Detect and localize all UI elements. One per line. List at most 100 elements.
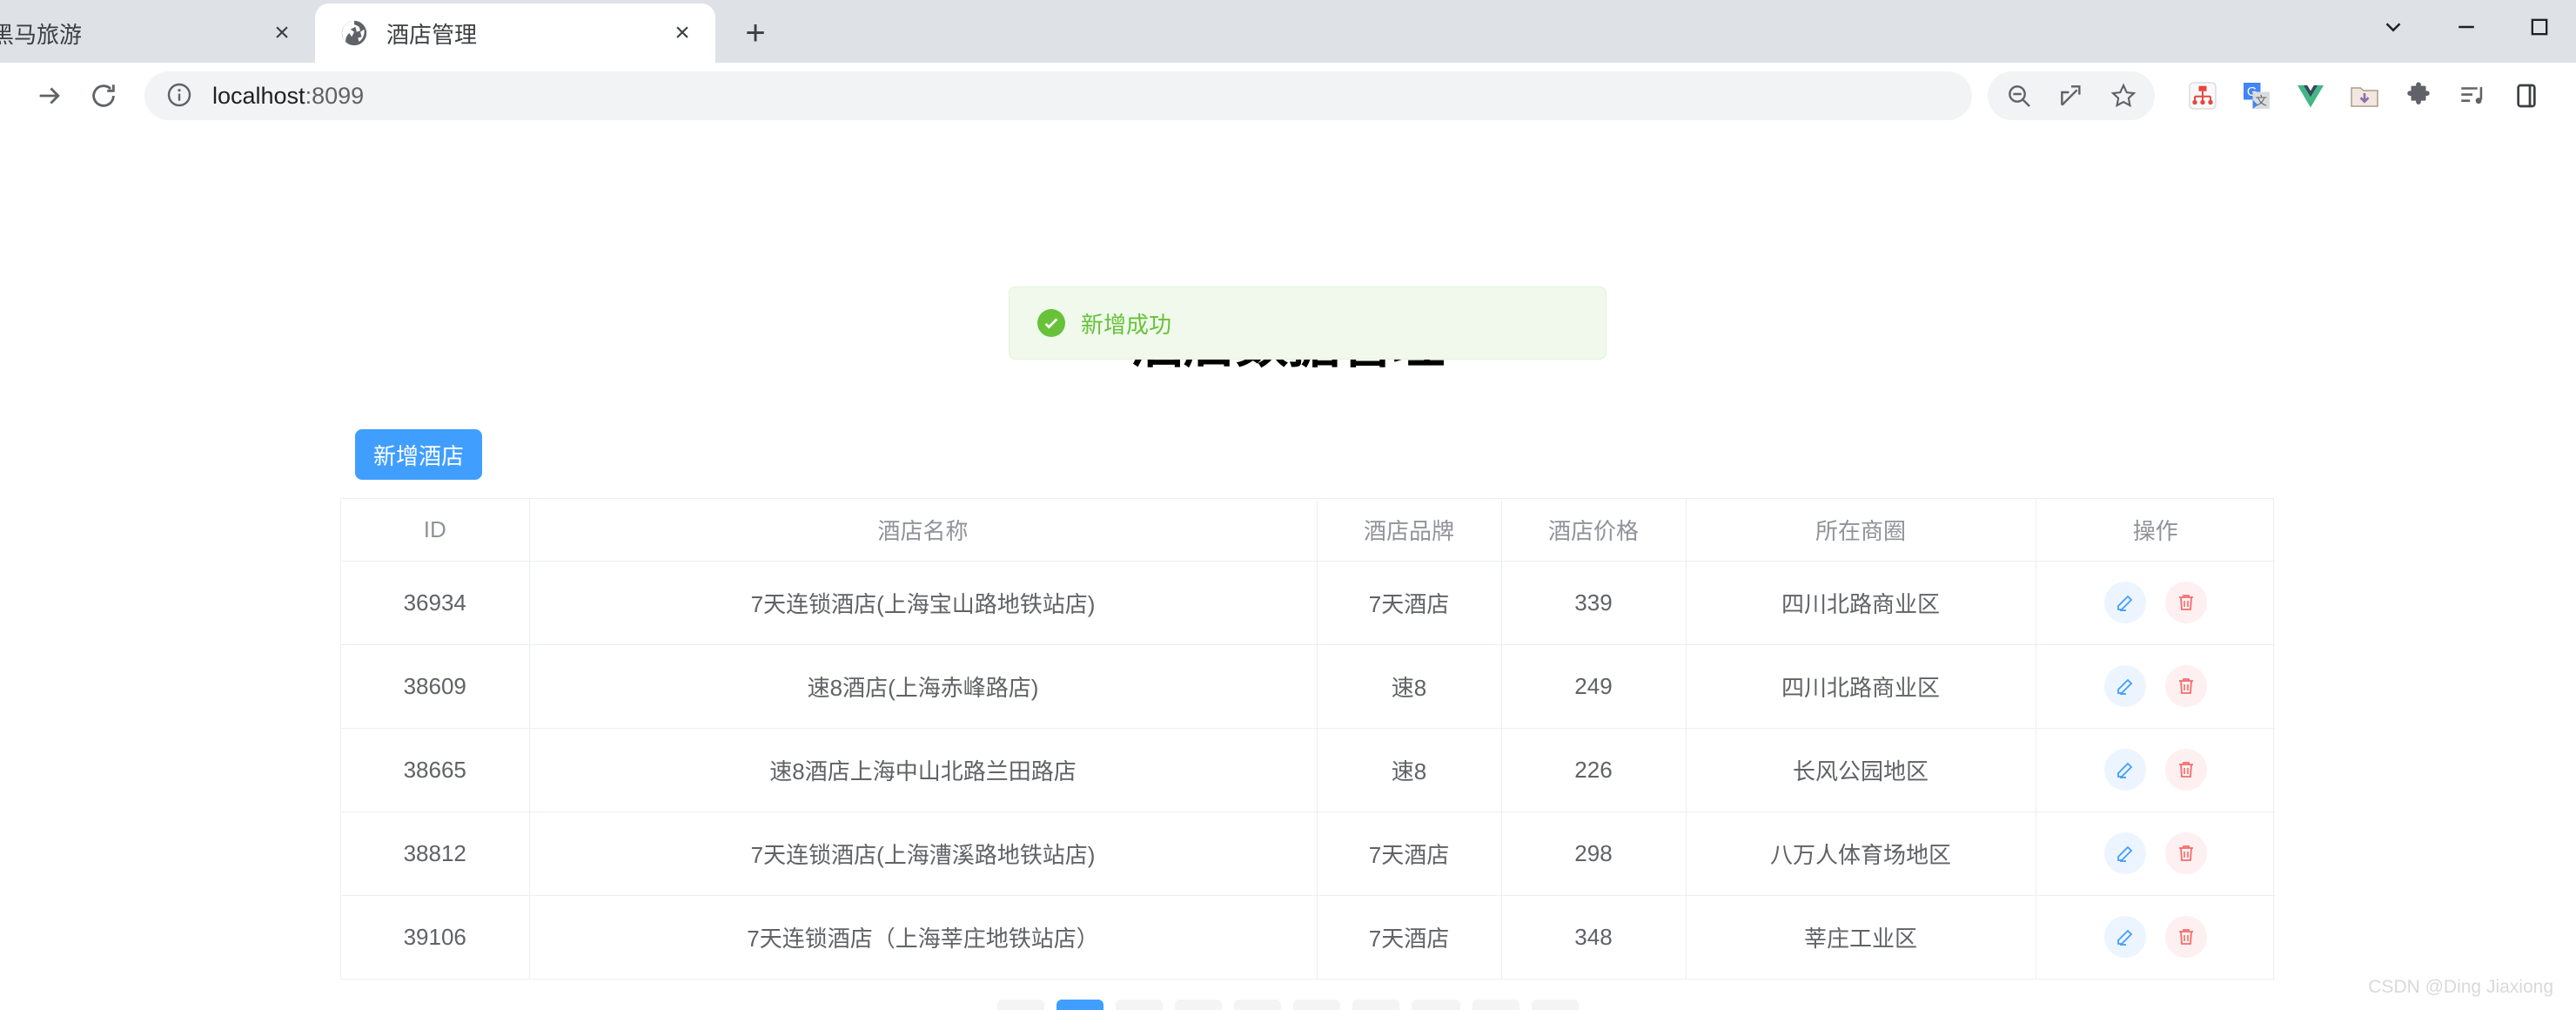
- cell-id: 39106: [341, 895, 530, 980]
- playlist-music-icon[interactable]: [2445, 71, 2499, 120]
- edit-row-button[interactable]: [2103, 749, 2146, 791]
- delete-row-button[interactable]: [2164, 582, 2207, 623]
- close-icon[interactable]: ×: [661, 12, 703, 54]
- vue-devtools-icon[interactable]: [2284, 71, 2338, 120]
- cell-actions: [2036, 561, 2275, 645]
- pagination-next-button[interactable]: ›: [1531, 1000, 1579, 1010]
- pagination-ellipsis[interactable]: •••: [1412, 1000, 1460, 1010]
- delete-row-button[interactable]: [2164, 916, 2207, 958]
- pagination-prev-button[interactable]: ‹: [997, 1000, 1045, 1010]
- cell-name: 7天连锁酒店(上海宝山路地铁站店): [529, 561, 1318, 645]
- new-tab-button[interactable]: +: [728, 5, 783, 61]
- table-header-row: ID 酒店名称 酒店品牌 酒店价格 所在商圈 操作: [341, 499, 2275, 562]
- arrow-right-icon[interactable]: [23, 69, 77, 123]
- cell-id: 38665: [341, 728, 530, 812]
- pagination-page-6[interactable]: 6: [1352, 1000, 1400, 1010]
- cell-district: 长风公园地区: [1686, 728, 2036, 812]
- pagination-last-page[interactable]: 41: [1472, 1000, 1519, 1010]
- zoom-out-icon[interactable]: [1993, 71, 2045, 120]
- toast-message: 新增成功: [1081, 311, 1172, 338]
- cell-actions: [2036, 644, 2275, 729]
- hotel-table-container: ID 酒店名称 酒店品牌 酒店价格 所在商圈 操作 36934 7天连锁酒店(上…: [340, 498, 2275, 980]
- cell-id: 38609: [341, 644, 530, 729]
- close-icon[interactable]: ×: [261, 12, 303, 54]
- column-header-price: 酒店价格: [1501, 499, 1687, 562]
- globe-icon: [339, 18, 369, 48]
- bookmark-star-icon[interactable]: [2097, 71, 2150, 120]
- cell-district: 莘庄工业区: [1686, 895, 2036, 980]
- watermark: CSDN @Ding Jiaxiong: [2368, 977, 2553, 997]
- cell-brand: 7天酒店: [1317, 811, 1502, 896]
- tab-title: 酒店管理: [386, 21, 478, 48]
- cell-id: 38812: [341, 811, 530, 896]
- tab-strip: 黑马旅游 × 酒店管理 × +: [0, 0, 2576, 63]
- side-panel-icon[interactable]: [2499, 71, 2553, 120]
- column-header-district: 所在商圈: [1686, 499, 2036, 562]
- cell-brand: 7天酒店: [1317, 895, 1502, 980]
- pagination: ‹ 1 2 3 4 5 6 ••• 41 ›: [0, 1000, 2576, 1010]
- pagination-page-4[interactable]: 4: [1234, 1000, 1282, 1010]
- edit-row-button[interactable]: [2103, 665, 2146, 707]
- edit-row-button[interactable]: [2103, 832, 2146, 874]
- share-icon[interactable]: [2045, 71, 2097, 120]
- sitemap-extension-icon[interactable]: [2176, 71, 2230, 120]
- cell-id: 36934: [341, 561, 530, 645]
- column-header-name: 酒店名称: [529, 499, 1318, 562]
- add-hotel-button[interactable]: 新增酒店: [355, 429, 482, 480]
- delete-row-button[interactable]: [2164, 749, 2207, 791]
- cell-name: 速8酒店上海中山北路兰田路店: [529, 728, 1318, 812]
- table-row: 38665 速8酒店上海中山北路兰田路店 速8 226 长风公园地区: [341, 728, 2275, 812]
- table-row: 38609 速8酒店(上海赤峰路店) 速8 249 四川北路商业区: [341, 644, 2275, 729]
- cell-actions: [2036, 811, 2275, 896]
- success-check-icon: [1037, 309, 1065, 337]
- page-viewport: 酒店数据管理 新增成功 新增酒店 ID 酒店名称 酒店品牌 酒店价格: [0, 129, 2576, 1010]
- info-circle-icon[interactable]: [165, 81, 195, 111]
- cell-price: 348: [1501, 895, 1687, 980]
- cell-actions: [2036, 728, 2275, 812]
- cell-price: 226: [1501, 728, 1687, 812]
- column-header-id: ID: [341, 499, 530, 562]
- minimize-icon[interactable]: [2430, 0, 2503, 54]
- cell-price: 249: [1501, 644, 1687, 729]
- cell-price: 298: [1501, 811, 1687, 896]
- cell-name: 7天连锁酒店（上海莘庄地铁站店）: [529, 895, 1318, 980]
- tab-title: 黑马旅游: [0, 21, 83, 48]
- edit-row-button[interactable]: [2103, 582, 2146, 623]
- hotel-table: ID 酒店名称 酒店品牌 酒店价格 所在商圈 操作 36934 7天连锁酒店(上…: [341, 499, 2275, 980]
- cell-price: 339: [1501, 561, 1687, 645]
- chevron-down-icon[interactable]: [2357, 0, 2430, 54]
- edit-row-button[interactable]: [2103, 916, 2146, 958]
- svg-text:文: 文: [2256, 95, 2268, 109]
- browser-toolbar: localhost:8099 G 文: [0, 63, 2576, 129]
- table-row: 39106 7天连锁酒店（上海莘庄地铁站店） 7天酒店 348 莘庄工业区: [341, 895, 2275, 980]
- delete-row-button[interactable]: [2164, 665, 2207, 707]
- pagination-page-3[interactable]: 3: [1175, 1000, 1223, 1010]
- column-header-ops: 操作: [2036, 499, 2275, 562]
- cell-name: 7天连锁酒店(上海漕溪路地铁站店): [529, 811, 1318, 896]
- cell-brand: 7天酒店: [1317, 561, 1502, 645]
- folder-download-icon[interactable]: [2338, 71, 2392, 120]
- toolbar-actions: G 文: [1988, 71, 2553, 120]
- window-controls: [2357, 0, 2576, 54]
- pagination-page-1[interactable]: 1: [1057, 1000, 1104, 1010]
- maximize-icon[interactable]: [2503, 0, 2576, 54]
- address-bar[interactable]: localhost:8099: [144, 71, 1972, 120]
- browser-tab-2[interactable]: 酒店管理 ×: [315, 3, 715, 63]
- cell-name: 速8酒店(上海赤峰路店): [529, 644, 1318, 729]
- delete-row-button[interactable]: [2164, 832, 2207, 874]
- pagination-page-5[interactable]: 5: [1293, 1000, 1341, 1010]
- cell-district: 四川北路商业区: [1686, 561, 2036, 645]
- reload-icon[interactable]: [77, 69, 131, 123]
- toolbar-pill-group: [1988, 71, 2155, 120]
- success-toast: 新增成功: [1009, 286, 1607, 360]
- google-translate-icon[interactable]: G 文: [2230, 71, 2284, 120]
- cell-district: 八万人体育场地区: [1686, 811, 2036, 896]
- cell-actions: [2036, 895, 2275, 980]
- table-row: 38812 7天连锁酒店(上海漕溪路地铁站店) 7天酒店 298 八万人体育场地…: [341, 811, 2275, 896]
- table-row: 36934 7天连锁酒店(上海宝山路地铁站店) 7天酒店 339 四川北路商业区: [341, 561, 2275, 645]
- browser-tab-1[interactable]: 黑马旅游 ×: [0, 3, 315, 63]
- address-bar-url: localhost:8099: [212, 82, 365, 109]
- extensions-puzzle-icon[interactable]: [2392, 71, 2445, 120]
- cell-district: 四川北路商业区: [1686, 644, 2036, 729]
- pagination-page-2[interactable]: 2: [1116, 1000, 1164, 1010]
